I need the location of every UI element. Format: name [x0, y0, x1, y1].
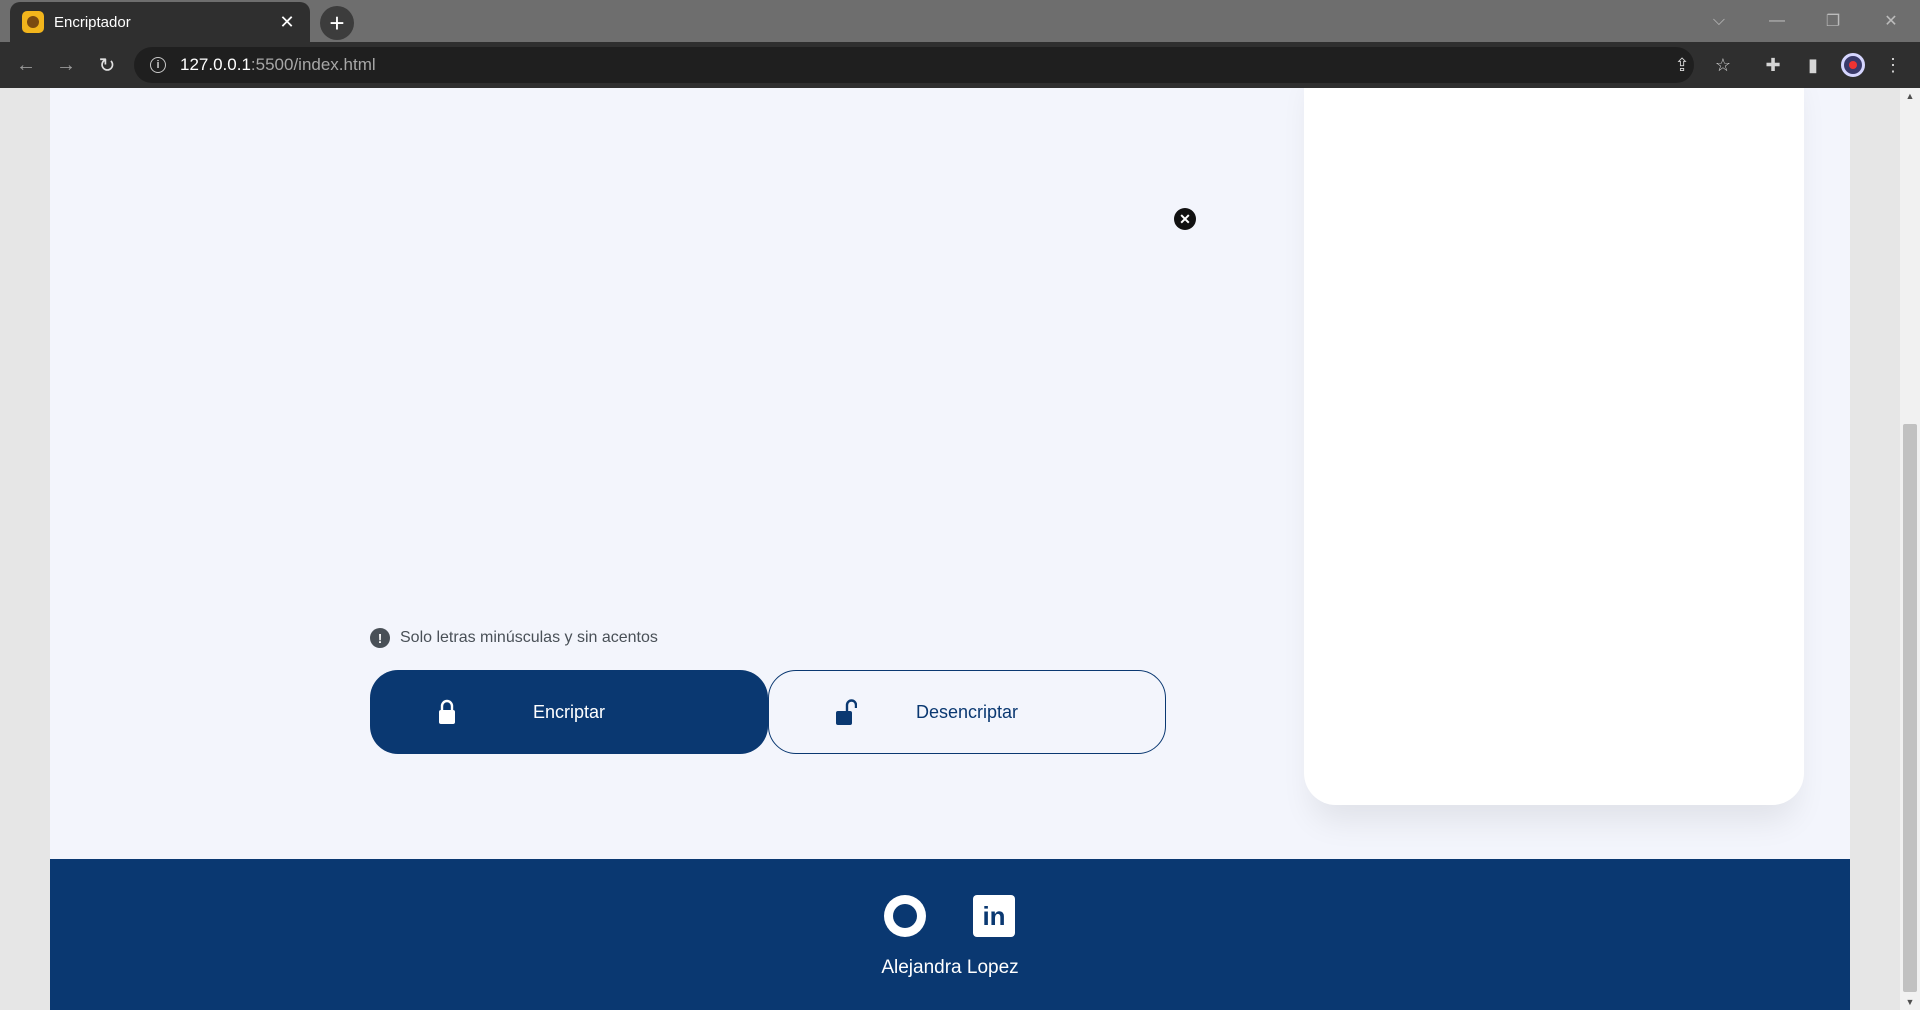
url-host: 127.0.0.1 [180, 55, 251, 74]
tab-title: Encriptador [54, 13, 131, 31]
encrypt-label: Encriptar [532, 701, 606, 722]
favicon-icon [22, 11, 44, 33]
new-tab-button[interactable]: + [320, 6, 354, 40]
page-viewport: ✕ ! Solo letras minúsculas y sin acentos… [0, 88, 1900, 1010]
profile-avatar[interactable] [1838, 50, 1868, 80]
browser-menu-icon[interactable]: ⋮ [1878, 50, 1908, 80]
scroll-up-icon[interactable]: ▲ [1900, 88, 1920, 104]
tab-close-icon[interactable]: ✕ [276, 11, 298, 33]
close-window-button[interactable]: ✕ [1874, 4, 1908, 38]
decrypt-button[interactable]: Desencriptar [768, 670, 1166, 754]
encrypt-button[interactable]: Encriptar [370, 670, 768, 754]
extensions-icon[interactable]: ✚ [1758, 50, 1788, 80]
decrypt-label: Desencriptar [915, 701, 1019, 722]
author-name: Alejandra Lopez [881, 957, 1019, 978]
tab-search-icon[interactable]: ⌵ [1702, 4, 1736, 38]
site-info-icon[interactable]: i [150, 57, 166, 73]
browser-toolbar: ← → ↻ i 127.0.0.1:5500/index.html ⇪ ☆ ✚ … [0, 42, 1920, 88]
browser-tab[interactable]: Encriptador ✕ [10, 2, 310, 42]
vertical-scrollbar[interactable]: ▲ ▼ [1900, 88, 1920, 1010]
back-button[interactable]: ← [10, 49, 42, 81]
footer: in Alejandra Lopez [50, 859, 1850, 1010]
minimize-button[interactable]: — [1760, 4, 1794, 38]
github-icon[interactable] [884, 895, 926, 937]
scroll-thumb[interactable] [1903, 424, 1917, 992]
output-panel [1304, 88, 1804, 805]
address-bar[interactable]: i 127.0.0.1:5500/index.html [134, 47, 1694, 83]
side-panel-icon[interactable]: ▮ [1798, 50, 1828, 80]
url-path: :5500/index.html [250, 55, 376, 74]
share-icon[interactable]: ⇪ [1667, 50, 1697, 80]
scroll-down-icon[interactable]: ▼ [1900, 994, 1920, 1010]
linkedin-icon[interactable]: in [973, 895, 1015, 937]
reload-button[interactable]: ↻ [91, 49, 123, 81]
bookmark-star-icon[interactable]: ☆ [1708, 50, 1738, 80]
clear-icon[interactable]: ✕ [1174, 208, 1196, 230]
input-hint: ! Solo letras minúsculas y sin acentos [370, 628, 658, 648]
exclamation-icon: ! [370, 628, 390, 648]
restore-button[interactable]: ❐ [1816, 4, 1850, 38]
browser-tab-bar: Encriptador ✕ + ⌵ — ❐ ✕ [0, 0, 1920, 42]
hint-text: Solo letras minúsculas y sin acentos [400, 629, 658, 646]
forward-button[interactable]: → [50, 49, 82, 81]
